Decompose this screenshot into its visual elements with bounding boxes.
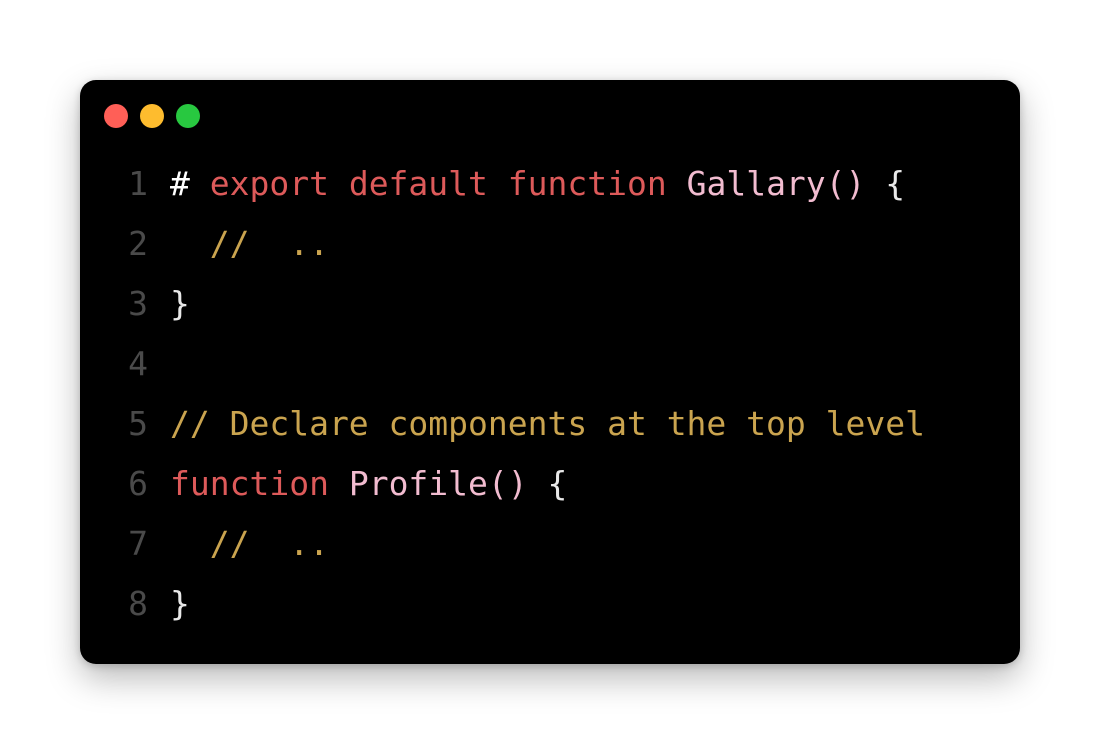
line-number: 5 (128, 404, 148, 443)
code-token-fn: () (825, 164, 866, 203)
code-token-fn: Gallary (686, 164, 826, 203)
code-line: 4 (80, 334, 1020, 394)
code-line: 2 // .. (80, 214, 1020, 274)
code-token-plain: # (170, 164, 210, 203)
line-number: 1 (128, 164, 148, 203)
code-line: 5 // Declare components at the top level (80, 394, 1020, 454)
line-content: } (170, 274, 190, 334)
code-line: 3} (80, 274, 1020, 334)
line-number: 2 (128, 224, 148, 263)
line-content: # export default function Gallary() { (170, 154, 905, 214)
code-token-comment: // Declare components at the top level (170, 404, 925, 443)
code-token-punct: } (170, 284, 190, 323)
line-content: // Declare components at the top level (170, 394, 925, 454)
code-line: 6 function Profile() { (80, 454, 1020, 514)
code-token-comment: // .. (209, 524, 329, 563)
code-token-punct: { (865, 164, 906, 203)
line-content: } (170, 574, 190, 634)
code-line: 8} (80, 574, 1020, 634)
code-token-fn: Profile (348, 464, 488, 503)
code-token-fn: () (487, 464, 528, 503)
line-content: function Profile() { (170, 454, 567, 514)
close-window-button[interactable] (104, 104, 128, 128)
code-token-kw: export default function (209, 164, 667, 203)
minimize-window-button[interactable] (140, 104, 164, 128)
code-block: 1 # export default function Gallary() {2 … (80, 154, 1020, 634)
code-token-comment: // .. (209, 224, 329, 263)
line-number: 7 (128, 524, 148, 563)
code-line: 7 // .. (80, 514, 1020, 574)
line-content: // .. (170, 214, 329, 274)
code-line: 1 # export default function Gallary() { (80, 154, 1020, 214)
code-token-punct: { (527, 464, 568, 503)
line-number: 4 (128, 344, 148, 383)
window-titlebar (80, 80, 1020, 152)
maximize-window-button[interactable] (176, 104, 200, 128)
line-number: 8 (128, 584, 148, 623)
code-token-kw: function (170, 464, 329, 503)
code-window: 1 # export default function Gallary() {2 … (80, 80, 1020, 664)
code-token-punct: } (170, 584, 190, 623)
line-number: 3 (128, 284, 148, 323)
line-content: // .. (170, 514, 329, 574)
line-number: 6 (128, 464, 148, 503)
